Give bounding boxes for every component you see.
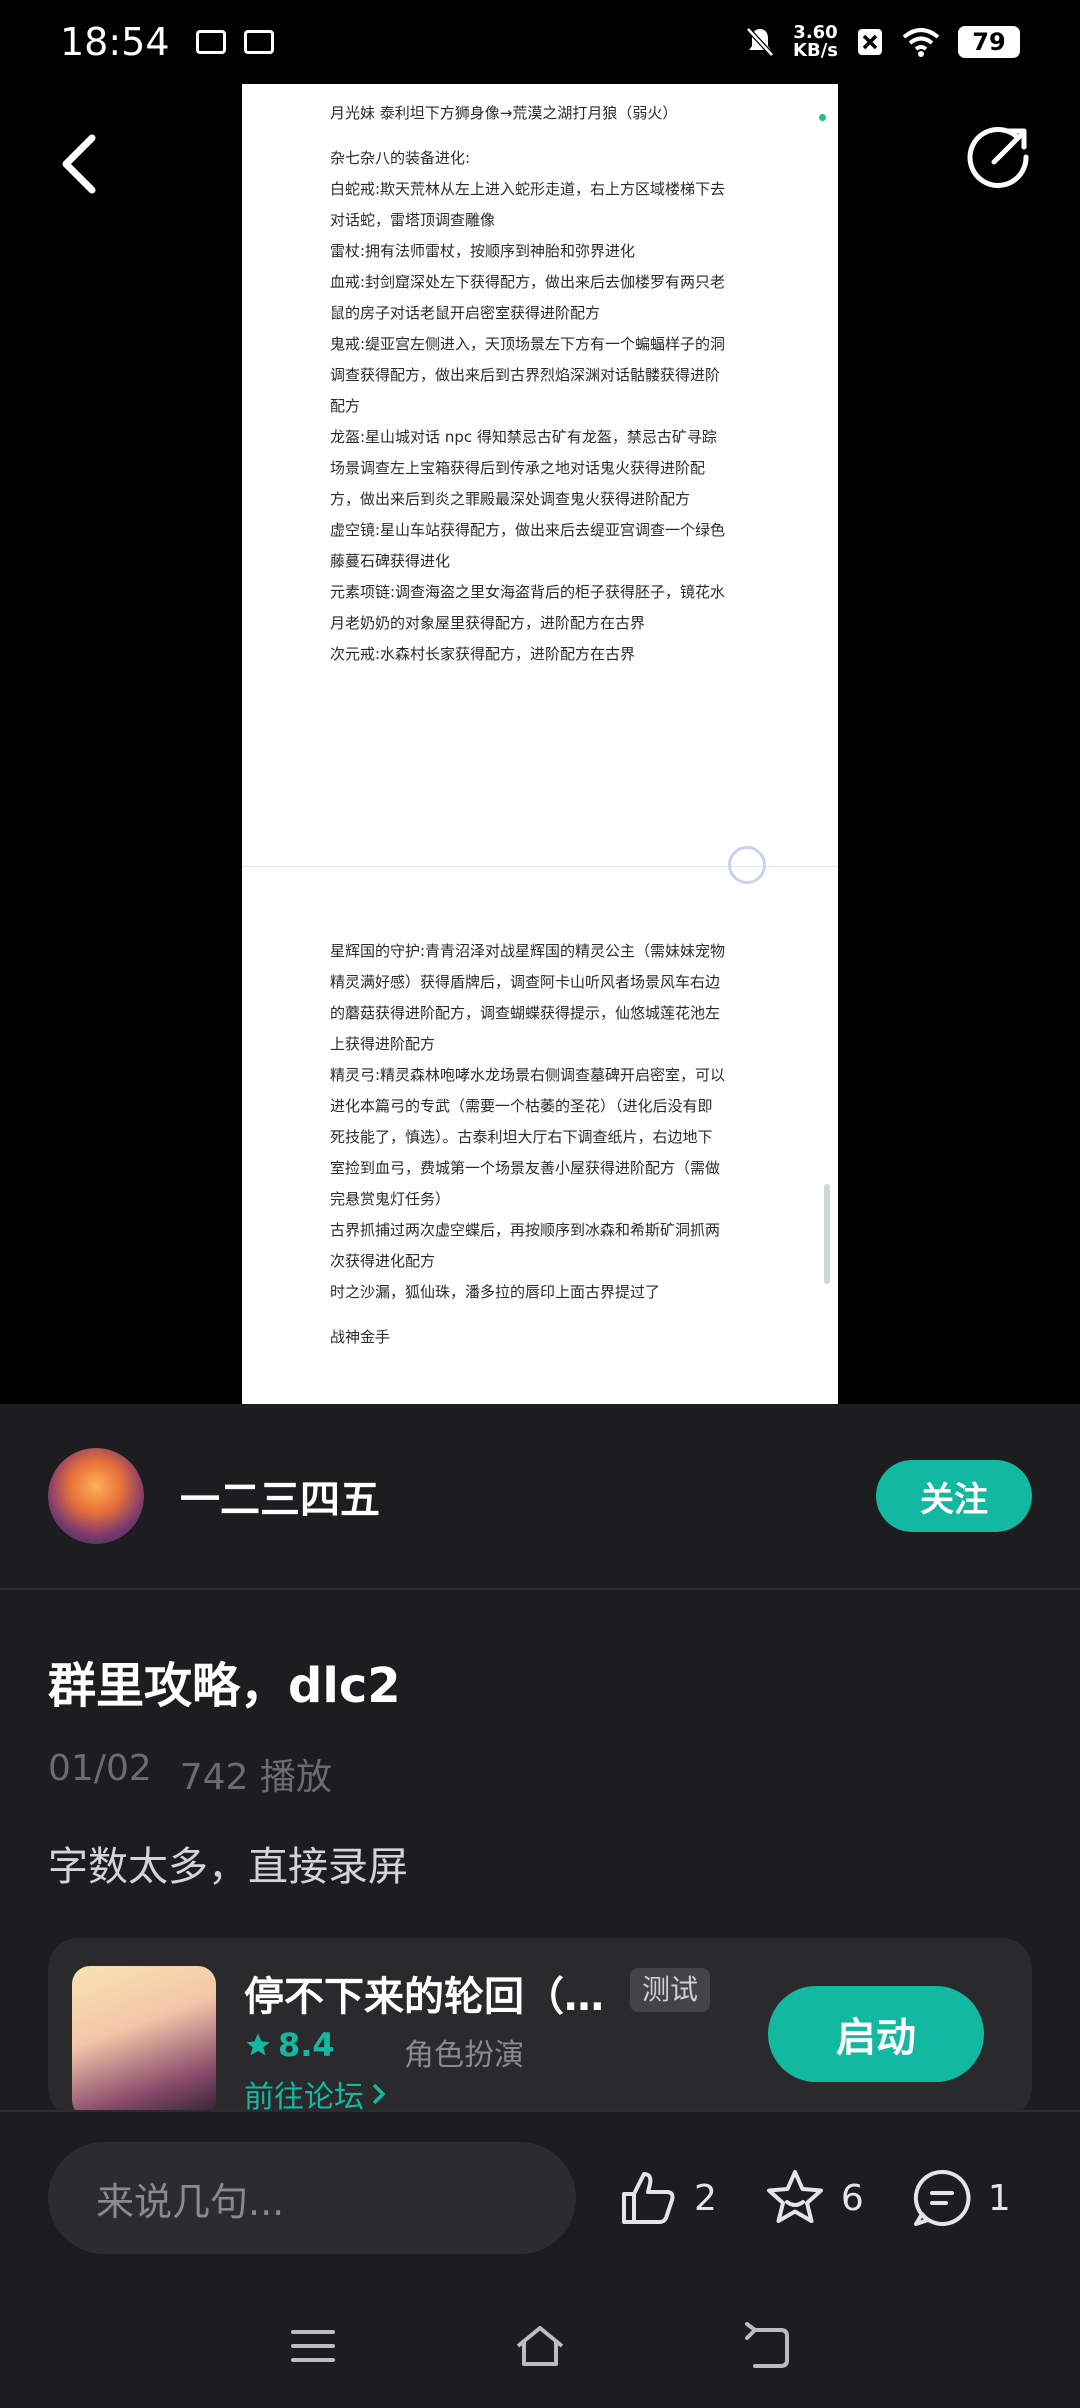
document-line: 月光妹 泰利坦下方狮身像→荒漠之湖打月狼（弱火） — [330, 104, 678, 122]
back-arrow-icon[interactable] — [52, 124, 112, 204]
follow-button[interactable]: 关注 — [876, 1460, 1032, 1532]
home-icon[interactable] — [514, 2320, 566, 2372]
document-line: 雷杖:拥有法师雷杖，按顺序到神胎和弥界进化 — [330, 242, 636, 260]
network-speed-unit: KB/s — [793, 40, 838, 61]
post-date: 01/02 — [48, 1748, 152, 1789]
document-line: 死技能了，慎选）。古泰利坦大厅右下调查纸片，右边地下 — [330, 1128, 713, 1146]
screen-recording-document: 月光妹 泰利坦下方狮身像→荒漠之湖打月狼（弱火） 杂七杂八的装备进化: 白蛇戒:欺天… — [242, 84, 838, 1404]
chevron-right-icon — [372, 2083, 386, 2105]
post-views: 742 播放 — [179, 1757, 332, 1798]
comment-button[interactable]: 1 — [910, 2166, 1011, 2230]
favorite-count: 6 — [840, 2177, 864, 2219]
document-line: 藤蔓石碑获得进化 — [330, 552, 451, 570]
sim-blocked-icon — [858, 29, 882, 55]
action-bar: 来说几句... 2 6 1 — [0, 2110, 1080, 2284]
document-scrollbar — [824, 1184, 830, 1284]
document-line: 精灵满好感）获得盾牌后，调查阿卡山听风者场景风车右边 — [330, 973, 721, 991]
document-line: 精灵弓:精灵森林咆哮水龙场景右侧调查墓碑开启密室，可以 — [330, 1066, 726, 1084]
document-line: 血戒:封剑窟深处左下获得配方，做出来后去伽楼罗有两只老 — [330, 273, 726, 291]
document-line: 的蘑菇获得进阶配方，调查蝴蝶获得提示，仙悠城莲花池左 — [330, 1004, 721, 1022]
game-thumbnail — [72, 1966, 216, 2118]
document-line: 鬼戒:缇亚宫左侧进入，天顶场景左下方有一个蝙蝠样子的洞 — [330, 335, 726, 353]
document-line: 调查获得配方，做出来后到古界烈焰深渊对话骷髅获得进阶 — [330, 366, 721, 384]
document-line: 月老奶奶的对象屋里获得配方，进阶配方在古界 — [330, 614, 646, 632]
document-line: 进化本篇弓的专武（需要一个枯萎的圣花）（进化后没有即 — [330, 1097, 713, 1115]
comment-count: 1 — [987, 2177, 1011, 2219]
vivo-app-icon — [243, 30, 274, 54]
game-tag: 测试 — [630, 1968, 711, 2012]
game-card[interactable]: 停不下来的轮回（… 测试 8.4 角色扮演 前往论坛 启动 — [48, 1938, 1032, 2118]
status-bar: 18:54 3.60 KB/s 79 — [0, 0, 1080, 84]
mail-icon — [195, 30, 226, 54]
author-name[interactable]: 一二三四五 — [180, 1467, 380, 1525]
game-name: 停不下来的轮回（… — [244, 1974, 604, 2020]
recording-dot — [819, 114, 826, 121]
mute-bell-icon — [746, 27, 774, 57]
document-line: 次元戒:水森村长家获得配方，进阶配方在古界 — [330, 645, 636, 663]
network-speed: 3.60 KB/s — [793, 24, 838, 60]
game-rating: 8.4 — [244, 2026, 335, 2064]
favorite-button[interactable]: 6 — [763, 2166, 864, 2230]
document-line: 完悬赏鬼灯任务） — [330, 1190, 451, 1208]
share-icon[interactable] — [966, 124, 1032, 190]
document-line: 虚空镜:星山车站获得配方，做出来后去缇亚宫调查一个绿色 — [330, 521, 726, 539]
status-right-icons: 3.60 KB/s 79 — [745, 24, 1020, 60]
document-line: 方，做出来后到炎之罪殿最深处调查鬼火获得进阶配方 — [330, 490, 691, 508]
star-outline-icon — [766, 2170, 823, 2223]
like-button[interactable]: 2 — [616, 2166, 717, 2230]
like-count: 2 — [694, 2177, 717, 2219]
status-left-icons — [195, 30, 274, 54]
document-page-1: 月光妹 泰利坦下方狮身像→荒漠之湖打月狼（弱火） 杂七杂八的装备进化: 白蛇戒:欺天… — [242, 98, 838, 670]
document-line: 古界抓捕过两次虚空蝶后，再按顺序到冰森和希斯矿洞抓两 — [330, 1221, 721, 1239]
system-nav-bar — [0, 2284, 1080, 2408]
author-row: 一二三四五 关注 — [0, 1404, 1080, 1590]
battery-indicator: 79 — [958, 26, 1020, 58]
document-line: 室捡到血弓，费城第一个场景友善小屋获得进阶配方（需做 — [330, 1159, 721, 1177]
launch-button[interactable]: 启动 — [768, 1986, 984, 2082]
document-line: 上获得进阶配方 — [330, 1035, 436, 1053]
document-line: 鼠的房子对话老鼠开启密室获得进阶配方 — [330, 304, 601, 322]
thumbs-up-icon — [622, 2172, 675, 2224]
document-line: 次获得进化配方 — [330, 1252, 436, 1270]
status-time: 18:54 — [60, 20, 170, 64]
document-line: 龙盔:星山城对话 npc 得知禁忌古矿有龙盔，禁忌古矿寻踪 — [330, 428, 717, 446]
document-line: 配方 — [330, 397, 361, 415]
back-nav-icon[interactable] — [741, 2320, 793, 2372]
avatar[interactable] — [48, 1448, 144, 1544]
comment-input[interactable]: 来说几句... — [48, 2142, 576, 2254]
document-line: 杂七杂八的装备进化: — [330, 149, 471, 167]
document-line: 星辉国的守护:青青沼泽对战星辉国的精灵公主（需妹妹宠物 — [330, 942, 726, 960]
post-detail-sheet: 一二三四五 关注 群里攻略，dlc2 01/02 742 播放 字数太多，直接录… — [0, 1404, 1080, 2408]
wifi-icon — [902, 28, 940, 57]
document-page-2: 星辉国的守护:青青沼泽对战星辉国的精灵公主（需妹妹宠物 精灵满好感）获得盾牌后，调… — [242, 936, 838, 1353]
game-rating-value: 8.4 — [278, 2026, 335, 2064]
post-title: 群里攻略，dlc2 — [48, 1658, 401, 1714]
video-player[interactable]: 月光妹 泰利坦下方狮身像→荒漠之湖打月狼（弱火） 杂七杂八的装备进化: 白蛇戒:欺天… — [0, 84, 1080, 1404]
document-line: 时之沙漏，狐仙珠，潘多拉的唇印上面古界提过了 — [330, 1283, 661, 1301]
touch-indicator-circle — [728, 846, 766, 884]
star-icon — [246, 2033, 270, 2056]
post-meta: 01/02 742 播放 — [48, 1748, 332, 1800]
document-line: 白蛇戒:欺天荒林从左上进入蛇形走道，右上方区域楼梯下去 — [330, 180, 726, 198]
document-line: 对话蛇，雷塔顶调查雕像 — [330, 211, 496, 229]
document-line: 场景调查左上宝箱获得后到传承之地对话鬼火获得进阶配 — [330, 459, 706, 477]
document-line: 战神金手 — [330, 1328, 391, 1346]
game-genre: 角色扮演 — [404, 2038, 524, 2073]
chat-bubble-icon — [913, 2169, 971, 2226]
post-body: 字数太多，直接录屏 — [48, 1844, 408, 1890]
document-line: 元素项链:调查海盗之里女海盗背后的柜子获得胚子，镜花水 — [330, 583, 726, 601]
menu-icon[interactable] — [287, 2320, 339, 2372]
